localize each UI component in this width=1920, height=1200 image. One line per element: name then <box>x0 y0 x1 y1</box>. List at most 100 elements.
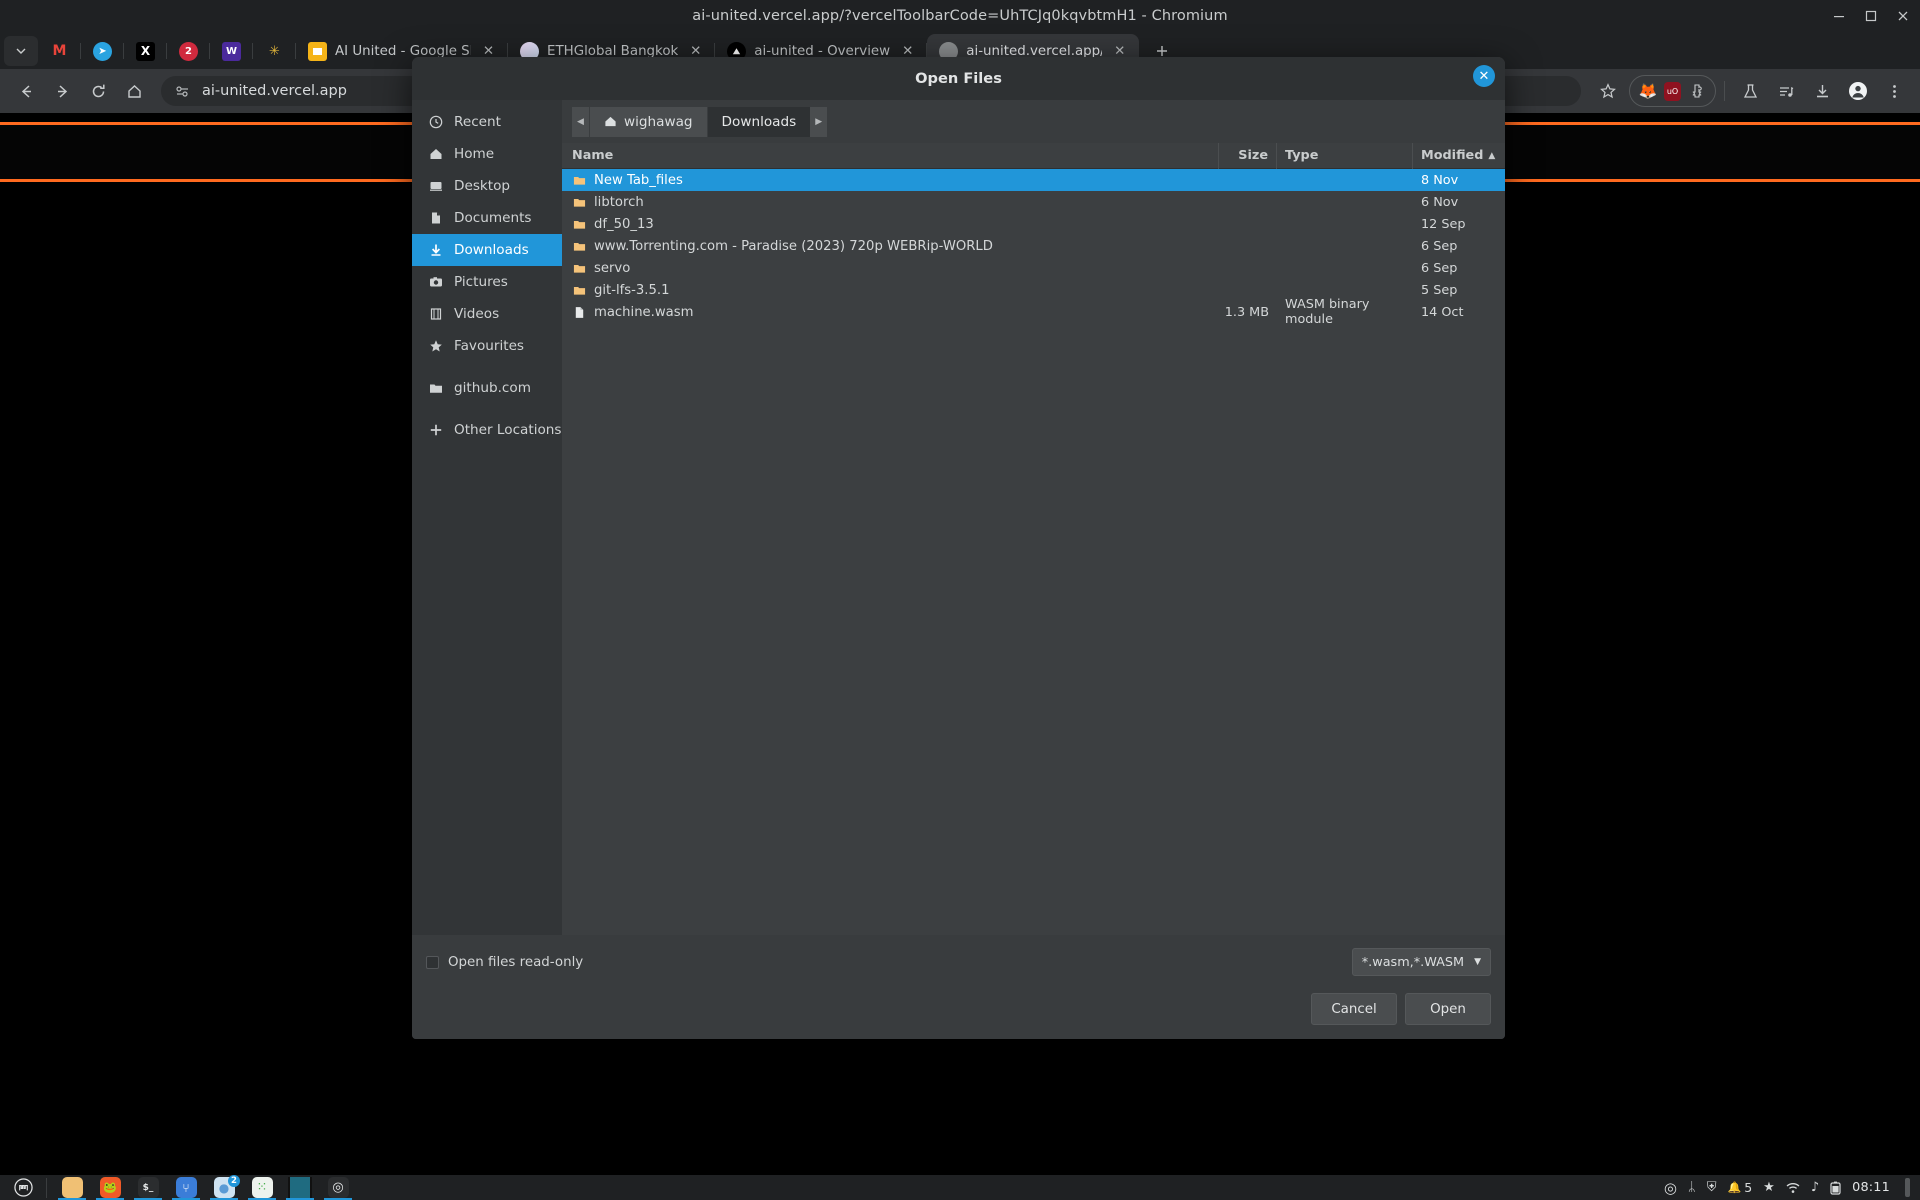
address-bar-url[interactable]: ai-united.vercel.app <box>202 83 347 99</box>
taskbar-item-obs-studio[interactable]: ◎ <box>319 1175 357 1200</box>
sidebar-item-documents[interactable]: Documents <box>412 202 562 234</box>
pinned-tab-slack[interactable]: ✳ <box>253 34 296 68</box>
column-header-size[interactable]: Size <box>1219 142 1277 169</box>
file-list[interactable]: New Tab_files 8 Nov libtorch 6 Nov df_50… <box>562 169 1505 935</box>
window-title: ai-united.vercel.app/?vercelToolbarCode=… <box>692 7 1228 24</box>
breadcrumb-next-icon[interactable]: ▶ <box>810 106 828 137</box>
file-modified: 8 Nov <box>1421 172 1459 188</box>
file-name-cell: www.Torrenting.com - Paradise (2023) 720… <box>562 239 1219 254</box>
metamask-extension-icon[interactable]: 🦊 <box>1634 77 1662 105</box>
sidebar-item-github-com[interactable]: github.com <box>412 372 562 404</box>
sidebar-item-pictures[interactable]: Pictures <box>412 266 562 298</box>
editor-window-icon <box>288 1177 312 1198</box>
clock[interactable]: 08:11 <box>1852 1180 1890 1195</box>
file-name: libtorch <box>594 194 644 210</box>
table-row[interactable]: servo 6 Sep <box>562 257 1505 279</box>
cancel-button[interactable]: Cancel <box>1311 993 1397 1025</box>
taskbar-item-app-grid[interactable]: ⁙ <box>243 1175 281 1200</box>
open-button[interactable]: Open <box>1405 993 1491 1025</box>
sidebar-item-favourites[interactable]: Favourites <box>412 330 562 362</box>
shield-update-icon[interactable]: ⛨ <box>1707 1180 1717 1195</box>
taskbar-item-editor-window[interactable] <box>281 1175 319 1200</box>
breadcrumb-label: Downloads <box>721 113 797 130</box>
start-menu-button[interactable] <box>0 1178 46 1197</box>
back-icon[interactable] <box>9 74 43 108</box>
sidebar-item-home[interactable]: Home <box>412 138 562 170</box>
bluetooth-icon[interactable]: ᛦ <box>1688 1180 1696 1195</box>
ublock-origin-extension-icon[interactable]: uO <box>1664 81 1681 101</box>
sidebar-item-label: Documents <box>454 210 532 226</box>
extensions-puzzle-icon[interactable] <box>1683 77 1711 105</box>
dialog-close-icon[interactable]: ✕ <box>1473 65 1495 87</box>
pinned-tab-word[interactable]: W <box>210 34 253 68</box>
table-row[interactable]: www.Torrenting.com - Paradise (2023) 720… <box>562 235 1505 257</box>
open-files-dialog: Open Files ✕ Recent Home Desktop Documen… <box>412 57 1505 1039</box>
table-row[interactable]: df_50_13 12 Sep <box>562 213 1505 235</box>
checkbox-box[interactable] <box>426 955 439 969</box>
notifications-icon[interactable]: 🔔 5 <box>1728 1180 1753 1195</box>
bookmark-star-icon[interactable] <box>1591 74 1625 108</box>
taskbar-item-firefox[interactable]: 🐸 <box>91 1175 129 1200</box>
taskbar-item-file-manager[interactable] <box>53 1175 91 1200</box>
obs-tray-icon[interactable]: ◎ <box>1664 1179 1677 1197</box>
maximize-icon[interactable] <box>1864 9 1878 23</box>
minimize-icon[interactable] <box>1832 9 1846 23</box>
favourites-star-icon[interactable]: ★ <box>1763 1180 1775 1195</box>
pinned-tab-x[interactable]: X <box>124 34 167 68</box>
table-row[interactable]: machine.wasm 1.3 MB WASM binary module 1… <box>562 297 1505 327</box>
downloads-icon[interactable] <box>1805 74 1839 108</box>
folder-icon <box>428 380 444 396</box>
media-controls-icon[interactable] <box>1769 74 1803 108</box>
pinned-tab-gmail[interactable]: M <box>38 34 81 68</box>
panel-grip[interactable] <box>1905 1178 1910 1197</box>
profile-avatar[interactable] <box>1841 74 1875 108</box>
pinned-tab-notifications[interactable]: 2 <box>167 34 210 68</box>
file-modified: 6 Sep <box>1421 238 1458 254</box>
terminal-icon: $_ <box>137 1177 159 1198</box>
chrome-menu-icon[interactable] <box>1877 74 1911 108</box>
places-divider <box>412 362 562 372</box>
notifications-count: 5 <box>1744 1180 1753 1195</box>
forward-icon[interactable] <box>45 74 79 108</box>
column-header-name[interactable]: Name <box>562 142 1219 169</box>
close-icon[interactable] <box>1896 9 1910 23</box>
sound-icon[interactable]: ♪ <box>1811 1180 1819 1195</box>
column-header-modified[interactable]: Modified ▲ <box>1413 143 1505 169</box>
chevron-down-icon: ▼ <box>1474 957 1481 967</box>
home-icon[interactable] <box>117 74 151 108</box>
sidebar-item-other-locations[interactable]: Other Locations <box>412 414 562 446</box>
desktop-icon <box>428 178 444 194</box>
sidebar-item-recent[interactable]: Recent <box>412 106 562 138</box>
table-row[interactable]: libtorch 6 Nov <box>562 191 1505 213</box>
site-info-icon[interactable] <box>173 82 192 101</box>
sidebar-item-desktop[interactable]: Desktop <box>412 170 562 202</box>
file-filter-dropdown[interactable]: *.wasm,*.WASM ▼ <box>1351 948 1491 976</box>
slack-icon: ✳ <box>269 43 280 59</box>
table-row[interactable]: New Tab_files 8 Nov <box>562 169 1505 191</box>
breadcrumb-downloads[interactable]: Downloads <box>706 106 811 137</box>
pinned-tab-telegram[interactable]: ➤ <box>81 34 124 68</box>
column-header-type[interactable]: Type <box>1277 142 1413 169</box>
open-readonly-label: Open files read-only <box>448 954 584 970</box>
x-twitter-icon: X <box>136 41 155 61</box>
file-name: New Tab_files <box>594 172 683 188</box>
tab-search-icon[interactable] <box>4 36 38 66</box>
wifi-icon[interactable] <box>1786 1182 1800 1194</box>
sort-ascending-icon: ▲ <box>1488 150 1496 161</box>
taskbar-item-vscodium[interactable]: ⑂ <box>167 1175 205 1200</box>
sidebar-item-label: Downloads <box>454 242 529 258</box>
open-readonly-checkbox[interactable]: Open files read-only <box>426 955 583 970</box>
experiments-flask-icon[interactable] <box>1733 74 1767 108</box>
battery-icon[interactable] <box>1830 1181 1841 1195</box>
sidebar-item-downloads[interactable]: Downloads <box>412 234 562 266</box>
taskbar-item-chromium[interactable]: ● 2 <box>205 1175 243 1200</box>
file-name: www.Torrenting.com - Paradise (2023) 720… <box>594 238 993 254</box>
sidebar-item-videos[interactable]: Videos <box>412 298 562 330</box>
notifications-badge-icon: 2 <box>179 41 198 61</box>
reload-icon[interactable] <box>81 74 115 108</box>
file-type: WASM binary module <box>1285 297 1370 327</box>
chromium-badge: 2 <box>228 1175 240 1187</box>
taskbar-item-terminal[interactable]: $_ <box>129 1175 167 1200</box>
breadcrumb-prev-icon[interactable]: ◀ <box>572 106 589 137</box>
breadcrumb-wighawag[interactable]: wighawag <box>589 106 707 137</box>
